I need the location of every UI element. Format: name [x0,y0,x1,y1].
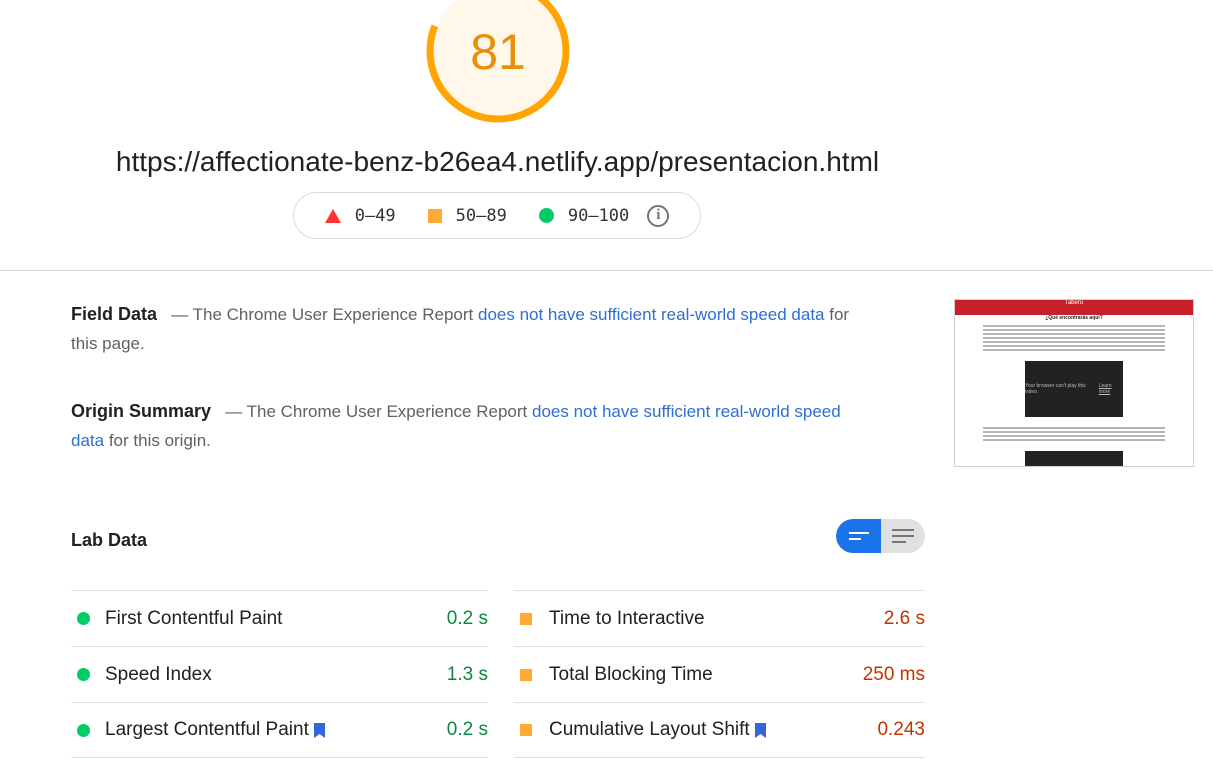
field-data-section: Field Data — The Chrome User Experience … [71,300,851,358]
field-data-dash: — [171,305,189,324]
divider [0,270,1213,271]
metric-row: First Contentful Paint 0.2 s [71,590,488,646]
legend-label: 0–49 [354,205,396,226]
compact-view-button[interactable] [836,519,881,553]
origin-summary-suffix: for this origin. [108,431,211,450]
legend-item-fail: 0–49 [324,205,396,226]
metric-label: Time to Interactive [549,607,705,629]
circle-icon [538,208,554,223]
lab-data-title: Lab Data [71,530,148,550]
page-url: https://affectionate-benz-b26ea4.netlify… [115,146,880,177]
field-data-prefix: The Chrome User Experience Report [192,305,474,324]
page-screenshot-thumbnail[interactable]: Taberu ¿Qué encontrarás aquí? Your brows… [954,299,1194,467]
legend-label: 50–89 [455,205,507,226]
metric-value: 0.2 s [446,607,488,629]
info-icon[interactable]: i [647,204,670,227]
thumbnail-video-text: Your browser can't play this video. [1025,383,1086,395]
bookmark-icon [754,722,766,738]
metric-value: 1.3 s [446,663,488,685]
legend-label: 90–100 [567,205,630,226]
metric-label: First Contentful Paint [105,607,283,629]
origin-summary-dash: — [225,402,243,421]
thumbnail-title: Taberu [1064,300,1084,306]
metric-value: 0.2 s [446,719,488,740]
metric-value: 2.6 s [883,607,925,629]
metric-label: Cumulative Layout Shift [549,719,877,741]
metric-row: Cumulative Layout Shift 0.243 [514,702,925,758]
score-value: 81 [470,24,526,80]
metrics-view-toggle[interactable] [836,519,925,553]
average-square-icon [520,612,532,625]
bookmark-icon [313,722,325,738]
origin-summary-title: Origin Summary [71,401,212,421]
metric-value: 250 ms [862,663,925,685]
origin-summary-prefix: The Chrome User Experience Report [246,402,528,421]
metric-row: Time to Interactive 2.6 s [514,590,925,646]
thumbnail-text [955,321,1193,355]
good-circle-icon [77,668,90,681]
metric-row: Largest Contentful Paint 0.2 s [71,702,488,758]
metric-label: Speed Index [105,663,212,685]
thumbnail-video: Your browser can't play this video. [1025,451,1123,466]
good-circle-icon [77,723,90,737]
metrics-column-right: Time to Interactive 2.6 s Total Blocking… [514,590,925,758]
origin-summary-section: Origin Summary — The Chrome User Experie… [71,397,851,455]
thumbnail-video: Your browser can't play this video. Lear… [1025,361,1123,417]
legend-item-pass: 90–100 [538,205,630,226]
metrics-column-left: First Contentful Paint 0.2 s Speed Index… [71,590,488,758]
average-square-icon [520,724,532,736]
field-data-link[interactable]: does not have sufficient real-world spee… [478,305,825,324]
metric-row: Total Blocking Time 250 ms [514,646,925,702]
metric-value: 0.243 [877,719,925,740]
good-circle-icon [77,612,90,625]
score-legend: 0–49 50–89 90–100 i [293,192,701,239]
thumbnail-text [955,423,1193,445]
thumbnail-video-link: Learn more [1098,383,1112,395]
metric-label: Total Blocking Time [549,663,713,685]
lines-icon [848,532,869,540]
field-data-title: Field Data [71,304,158,324]
metric-row: Speed Index 1.3 s [71,646,488,702]
thumbnail-header: Taberu [955,300,1193,315]
lines-icon [892,529,914,543]
triangle-icon [324,208,341,223]
average-square-icon [520,668,532,681]
square-icon [427,208,442,223]
expanded-view-button[interactable] [881,519,925,553]
metric-label: Largest Contentful Paint [105,719,447,741]
legend-item-average: 50–89 [427,205,507,226]
